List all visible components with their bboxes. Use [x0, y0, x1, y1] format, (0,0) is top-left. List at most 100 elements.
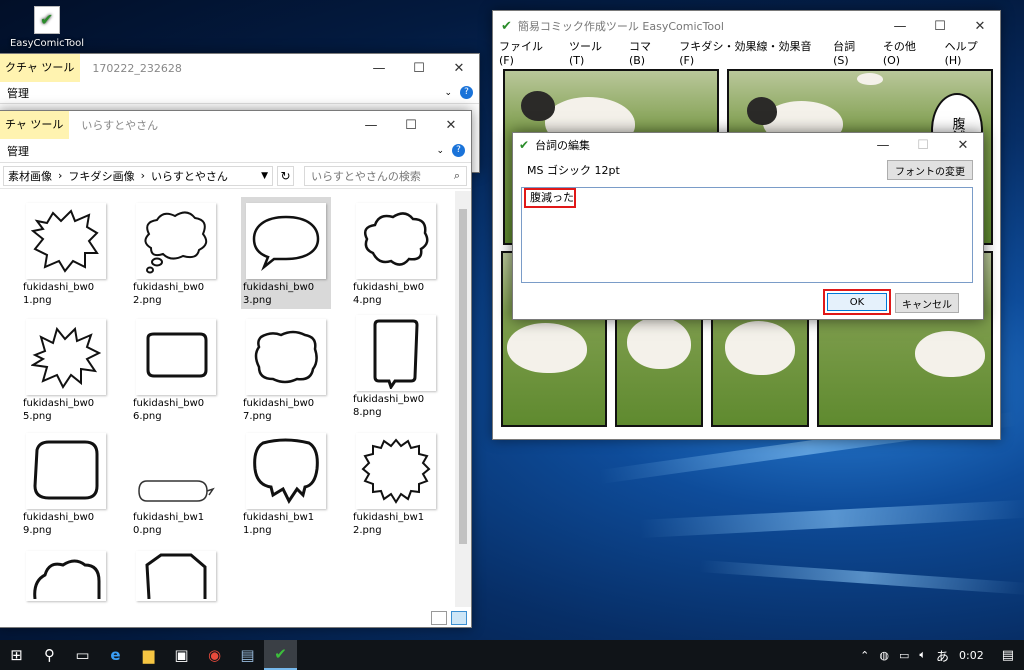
- start-windows-icon[interactable]: ⊞: [0, 640, 33, 670]
- notification-icon[interactable]: ▤: [1002, 648, 1014, 663]
- display-icon[interactable]: ▭: [899, 649, 909, 662]
- desktop-icon-easycomictool[interactable]: EasyComicTool: [8, 6, 86, 49]
- file-name: fukidashi_bw01.png: [23, 282, 95, 306]
- help-icon[interactable]: ?: [452, 144, 465, 157]
- dialogue-edit-dialog[interactable]: ✔ 台詞の編集 — ☐ ✕ MS ゴシック 12pt フォントの変更 腹減った …: [512, 132, 984, 320]
- large-icons-view-icon[interactable]: [451, 611, 467, 625]
- file-item[interactable]: fukidashi_bw10.png: [131, 431, 221, 537]
- file-item[interactable]: fukidashi_bw04.png: [351, 201, 441, 307]
- cancel-button[interactable]: キャンセル: [895, 293, 959, 313]
- file-item[interactable]: fukidashi_bw08.png: [351, 313, 441, 419]
- window-title: 簡易コミック作成ツール EasyComicTool: [517, 20, 724, 33]
- clock[interactable]: 0:02: [959, 649, 984, 662]
- ribbon-manage[interactable]: 管理: [0, 143, 29, 159]
- menu-dialogue[interactable]: 台詞(S): [833, 38, 869, 67]
- file-thumbnail: [246, 203, 326, 279]
- ribbon-tab-picture-tools[interactable]: チャ ツール: [0, 111, 70, 139]
- menu-tools[interactable]: ツール(T): [569, 38, 615, 67]
- breadcrumb-item[interactable]: 素材画像: [8, 168, 52, 184]
- menu-help[interactable]: ヘルプ(H): [945, 38, 992, 67]
- file-thumbnail: [356, 203, 436, 279]
- app-icon: ✔: [519, 138, 530, 152]
- task-view-icon[interactable]: ▭: [66, 640, 99, 670]
- breadcrumb-separator-icon: ›: [58, 169, 63, 182]
- file-item[interactable]: fukidashi_bw12.png: [351, 431, 441, 537]
- close-button[interactable]: ✕: [943, 133, 983, 157]
- store-icon[interactable]: ▣: [165, 640, 198, 670]
- file-item-selected[interactable]: fukidashi_bw03.png: [241, 197, 331, 309]
- taskbar: ⊞ ⚲ ▭ e ▆ ▣ ◉ ▤ ✔ ⌃ ◍ ▭ 🔈︎ あ 0:02 ▤: [0, 640, 1024, 670]
- menu-panel[interactable]: コマ(B): [629, 38, 665, 67]
- file-item[interactable]: fukidashi_bw01.png: [21, 201, 111, 307]
- file-name: fukidashi_bw06.png: [133, 398, 205, 422]
- scrollbar-thumb[interactable]: [459, 209, 467, 544]
- file-item[interactable]: [131, 549, 221, 603]
- close-button[interactable]: ✕: [431, 111, 471, 140]
- search-icon[interactable]: ⚲: [33, 640, 66, 670]
- network-icon[interactable]: ◍: [879, 649, 889, 662]
- address-bar[interactable]: 素材画像 › フキダシ画像 › いらすとやさん ▼: [3, 165, 273, 186]
- file-item[interactable]: fukidashi_bw02.png: [131, 201, 221, 307]
- file-thumbnail: [246, 433, 326, 509]
- breadcrumb-item[interactable]: フキダシ画像: [68, 168, 134, 184]
- minimize-button[interactable]: —: [863, 133, 903, 157]
- explorer-window[interactable]: チャ ツール いらすとやさん — ☐ ✕ 管理 ⌄ ? 素材画像 › フキダシ画…: [0, 110, 472, 628]
- chevron-down-icon[interactable]: ⌄: [444, 88, 452, 98]
- menu-balloon-effects[interactable]: フキダシ・効果線・効果音(F): [679, 38, 819, 67]
- file-name: fukidashi_bw11.png: [243, 512, 315, 536]
- minimize-button[interactable]: —: [880, 11, 920, 41]
- details-view-icon[interactable]: [431, 611, 447, 625]
- maximize-button[interactable]: ☐: [391, 111, 431, 140]
- volume-icon[interactable]: 🔈︎: [919, 648, 926, 662]
- wallpaper-beam: [639, 499, 1024, 538]
- file-item[interactable]: [21, 549, 111, 603]
- menu-other[interactable]: その他(O): [883, 38, 931, 67]
- ok-button-highlight: OK: [823, 289, 891, 315]
- vertical-scrollbar[interactable]: [455, 191, 471, 607]
- file-thumbnail: [26, 319, 106, 395]
- ribbon-tab-picture-tools[interactable]: クチャ ツール: [0, 54, 81, 82]
- sheep-image: [627, 317, 691, 369]
- window-title: 170222_232628: [92, 61, 182, 75]
- ribbon-manage[interactable]: 管理: [0, 85, 29, 101]
- chevron-up-icon[interactable]: ⌃: [860, 649, 869, 662]
- file-name: fukidashi_bw05.png: [23, 398, 95, 422]
- minimize-button[interactable]: —: [359, 54, 399, 83]
- close-button[interactable]: ✕: [439, 54, 479, 83]
- search-input[interactable]: いらすとやさんの検索 ⌕: [304, 165, 467, 186]
- file-thumbnail: [136, 551, 216, 601]
- file-name: fukidashi_bw12.png: [353, 512, 425, 536]
- ok-button[interactable]: OK: [827, 293, 887, 311]
- help-icon[interactable]: ?: [460, 86, 473, 99]
- refresh-button[interactable]: ↻: [277, 165, 295, 186]
- file-item[interactable]: fukidashi_bw07.png: [241, 317, 331, 423]
- dialog-title: 台詞の編集: [535, 139, 591, 152]
- file-name: fukidashi_bw10.png: [133, 512, 205, 536]
- easycomictool-taskbar-icon[interactable]: ✔: [264, 640, 297, 670]
- address-bar-row: 素材画像 › フキダシ画像 › いらすとやさん ▼ ↻ いらすとやさんの検索 ⌕: [0, 163, 471, 189]
- file-name: fukidashi_bw03.png: [243, 282, 315, 306]
- maximize-button[interactable]: ☐: [920, 11, 960, 41]
- close-button[interactable]: ✕: [960, 11, 1000, 41]
- chevron-down-icon[interactable]: ⌄: [436, 146, 444, 156]
- file-name: fukidashi_bw09.png: [23, 512, 95, 536]
- app-icon: ✔: [501, 18, 512, 34]
- dialogue-text-input[interactable]: 腹減った: [521, 187, 973, 283]
- file-item[interactable]: fukidashi_bw11.png: [241, 431, 331, 537]
- chevron-down-icon[interactable]: ▼: [261, 171, 268, 181]
- edge-browser-icon[interactable]: e: [99, 640, 132, 670]
- ime-indicator[interactable]: あ: [936, 646, 949, 665]
- change-font-button[interactable]: フォントの変更: [887, 160, 973, 180]
- menu-file[interactable]: ファイル(F): [499, 38, 555, 67]
- photos-icon[interactable]: ▤: [231, 640, 264, 670]
- maximize-button[interactable]: ☐: [399, 54, 439, 83]
- window-title: いらすとやさん: [81, 119, 159, 132]
- file-item[interactable]: fukidashi_bw05.png: [21, 317, 111, 423]
- file-item[interactable]: fukidashi_bw09.png: [21, 431, 111, 537]
- file-item[interactable]: fukidashi_bw06.png: [131, 317, 221, 423]
- file-thumbnail: [356, 315, 436, 391]
- file-explorer-icon[interactable]: ▆: [132, 640, 165, 670]
- chrome-icon[interactable]: ◉: [198, 640, 231, 670]
- breadcrumb-item[interactable]: いらすとやさん: [151, 168, 228, 184]
- minimize-button[interactable]: —: [351, 111, 391, 140]
